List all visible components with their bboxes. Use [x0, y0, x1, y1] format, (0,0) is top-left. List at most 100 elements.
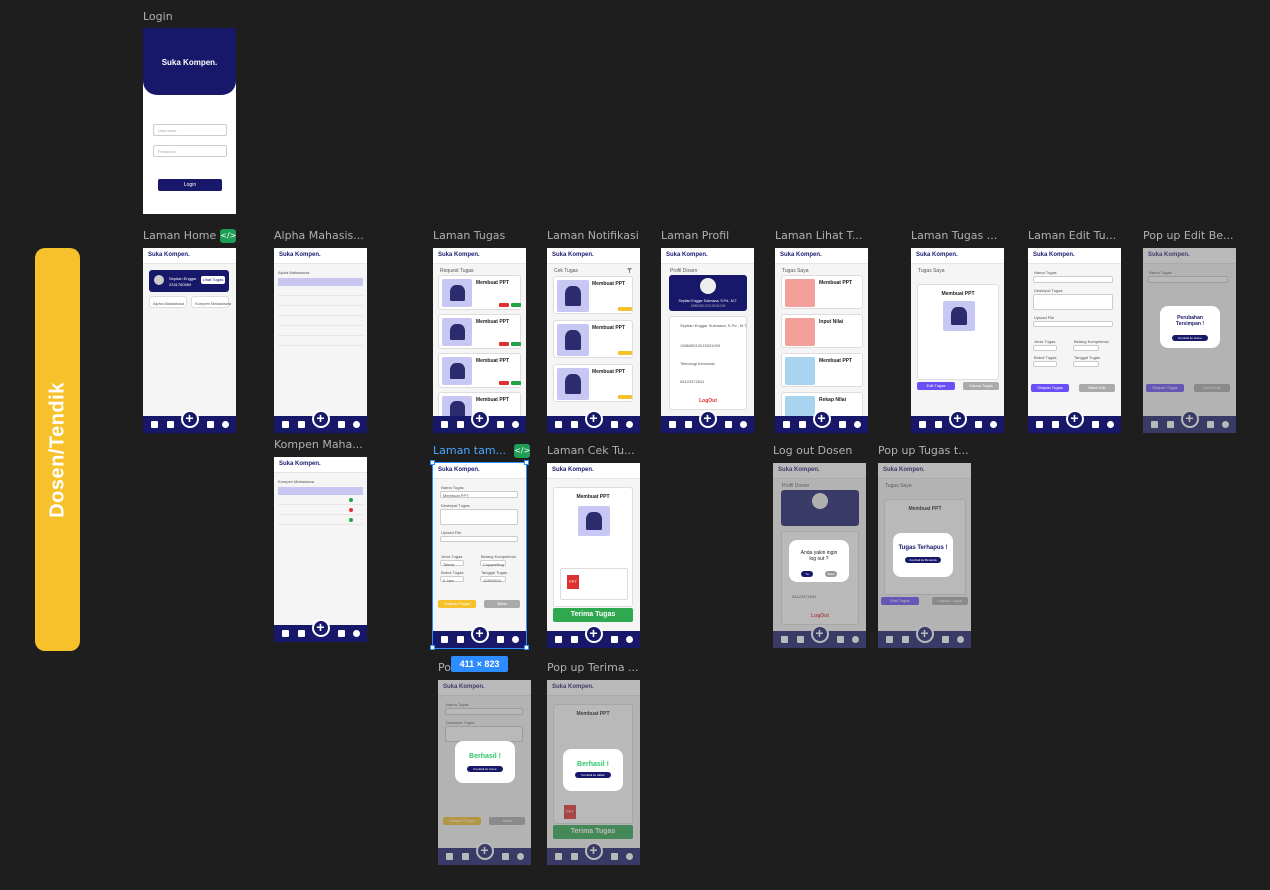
- frame-label-edit[interactable]: Laman Edit Tu...: [1028, 229, 1116, 242]
- add-icon[interactable]: +: [311, 410, 330, 428]
- mail-icon[interactable]: [1092, 421, 1099, 428]
- mail-icon[interactable]: [338, 630, 345, 637]
- file-box[interactable]: PPT: [560, 568, 628, 600]
- home-icon[interactable]: [919, 421, 926, 428]
- notif-card[interactable]: Membuat PPT: [553, 320, 633, 358]
- home-icon[interactable]: [783, 421, 790, 428]
- login-button[interactable]: Login: [158, 179, 222, 191]
- task-card[interactable]: Input Nilai: [781, 314, 863, 348]
- bidang-select[interactable]: [1073, 345, 1099, 351]
- home-icon[interactable]: [669, 421, 676, 428]
- user-icon[interactable]: [353, 421, 360, 428]
- frame-home[interactable]: Suka Kompen. Septian Enggar 2241760069 L…: [143, 248, 236, 433]
- resize-handle[interactable]: [524, 645, 529, 650]
- task-card[interactable]: Membuat PPT: [781, 353, 863, 387]
- confirm-yes-button[interactable]: Ya: [801, 571, 813, 577]
- resize-handle[interactable]: [430, 645, 435, 650]
- mail-icon[interactable]: [497, 636, 504, 643]
- frame-alpha[interactable]: Suka Kompen. Alpha Mahasiswa +: [274, 248, 367, 433]
- back-list-button[interactable]: Kembali ke daftar: [575, 772, 611, 778]
- add-icon[interactable]: +: [1065, 410, 1084, 428]
- mail-icon[interactable]: [338, 421, 345, 428]
- mail-icon[interactable]: [839, 421, 846, 428]
- frame-popup-tugas[interactable]: Suka Kompen. Tugas Saya Membuat PPT Edit…: [878, 463, 971, 648]
- alpha-card[interactable]: Alpha Mahasiswa: [149, 296, 187, 308]
- batal-button[interactable]: Batal: [484, 600, 520, 608]
- logout-button[interactable]: LogOut: [670, 398, 746, 404]
- resize-handle[interactable]: [524, 460, 529, 465]
- add-icon[interactable]: +: [948, 410, 967, 428]
- upload-input[interactable]: [440, 536, 518, 542]
- frame-label-notifikasi[interactable]: Laman Notifikasi: [547, 229, 639, 242]
- home-icon[interactable]: [555, 421, 562, 428]
- back-home-button[interactable]: Kembali ke Beranda: [905, 557, 941, 563]
- document-icon[interactable]: [457, 636, 464, 643]
- task-card[interactable]: Membuat PPT: [438, 314, 521, 349]
- frame-label-popup-tugas[interactable]: Pop up Tugas t...: [878, 444, 969, 457]
- mail-icon[interactable]: [611, 421, 618, 428]
- notif-card[interactable]: Membuat PPT: [553, 364, 633, 402]
- user-icon[interactable]: [990, 421, 997, 428]
- kompen-card[interactable]: Kompen Mahasiswa: [191, 296, 231, 308]
- frame-login[interactable]: Suka Kompen. Username Password Login: [143, 28, 236, 214]
- bobot-select[interactable]: 5 Jam: [440, 576, 464, 583]
- home-icon[interactable]: [555, 636, 562, 643]
- user-icon[interactable]: [626, 421, 633, 428]
- jenis-select[interactable]: Teknis: [440, 560, 464, 567]
- frame-label-home[interactable]: Laman Home </>: [143, 229, 236, 243]
- document-icon[interactable]: [935, 421, 942, 428]
- frame-lihat[interactable]: Suka Kompen. Tugas Saya Membuat PPT Inpu…: [775, 248, 868, 433]
- frame-tugas[interactable]: Suka Kompen. Request Tugas Membuat PPT M…: [433, 248, 526, 433]
- frame-tambah[interactable]: Suka Kompen. Nama Tugas Membuat PPT Desk…: [432, 462, 527, 649]
- document-icon[interactable]: [298, 421, 305, 428]
- add-icon[interactable]: +: [470, 410, 489, 428]
- frame-label-popup-tambah[interactable]: Po: [438, 661, 451, 674]
- frame-label-alpha[interactable]: Alpha Mahasis...: [274, 229, 364, 242]
- password-field[interactable]: Password: [153, 145, 227, 157]
- mail-icon[interactable]: [497, 421, 504, 428]
- frame-label-popup-terima[interactable]: Pop up Terima ...: [547, 661, 639, 674]
- frame-profil[interactable]: Suka Kompen. Profil Dosen Septian Enggar…: [661, 248, 754, 433]
- document-icon[interactable]: [167, 421, 174, 428]
- frame-label-tugas-saya[interactable]: Laman Tugas ...: [911, 229, 997, 242]
- frame-tugas-saya[interactable]: Suka Kompen. Tugas Saya Membuat PPT Edit…: [911, 248, 1004, 433]
- add-icon[interactable]: +: [311, 619, 330, 637]
- add-icon[interactable]: +: [584, 410, 603, 428]
- confirm-no-button[interactable]: Batal: [825, 571, 837, 577]
- filter-icon[interactable]: [627, 268, 632, 273]
- mail-icon[interactable]: [975, 421, 982, 428]
- document-icon[interactable]: [1052, 421, 1059, 428]
- task-card[interactable]: Membuat PPT: [438, 275, 521, 310]
- reject-icon[interactable]: [499, 381, 509, 385]
- frame-label-login[interactable]: Login: [143, 10, 173, 23]
- frame-edit[interactable]: Suka Kompen. Nama Tugas Deskripsi Tugas …: [1028, 248, 1121, 433]
- add-icon[interactable]: +: [470, 625, 489, 643]
- frame-cek[interactable]: Suka Kompen. Membuat PPT PPT Terima Tuga…: [547, 463, 640, 648]
- task-card[interactable]: Membuat PPT: [781, 275, 863, 309]
- hapus-tugas-button[interactable]: Hapus Tugas: [963, 382, 999, 390]
- document-icon[interactable]: [457, 421, 464, 428]
- home-icon[interactable]: [282, 421, 289, 428]
- back-home-button[interactable]: Kembali ke Home: [1172, 335, 1208, 341]
- simpan-button[interactable]: Simpan Tugas: [1031, 384, 1069, 392]
- frame-label-profil[interactable]: Laman Profil: [661, 229, 729, 242]
- frame-kompen[interactable]: Suka Kompen. Kompen Mahasiswa +: [274, 457, 367, 642]
- back-home-button[interactable]: Kembali ke home: [467, 766, 503, 772]
- frame-label-tambah[interactable]: Laman tam... </>: [433, 444, 530, 458]
- user-icon[interactable]: [626, 636, 633, 643]
- notif-card[interactable]: Membuat PPT: [553, 276, 633, 314]
- document-icon[interactable]: [799, 421, 806, 428]
- add-icon[interactable]: +: [584, 625, 603, 643]
- user-icon[interactable]: [512, 636, 519, 643]
- frame-label-logout[interactable]: Log out Dosen: [773, 444, 852, 457]
- home-icon[interactable]: [282, 630, 289, 637]
- user-icon[interactable]: [1107, 421, 1114, 428]
- frame-label-tugas[interactable]: Laman Tugas: [433, 229, 505, 242]
- task-card[interactable]: Membuat PPT: [438, 353, 521, 388]
- frame-logout[interactable]: Suka Kompen. Profil Dosen 08123372541 Lo…: [773, 463, 866, 648]
- document-icon[interactable]: [571, 636, 578, 643]
- upload-input[interactable]: [1033, 321, 1113, 327]
- add-icon[interactable]: +: [812, 410, 831, 428]
- home-icon[interactable]: [441, 636, 448, 643]
- frame-label-lihat[interactable]: Laman Lihat T...: [775, 229, 862, 242]
